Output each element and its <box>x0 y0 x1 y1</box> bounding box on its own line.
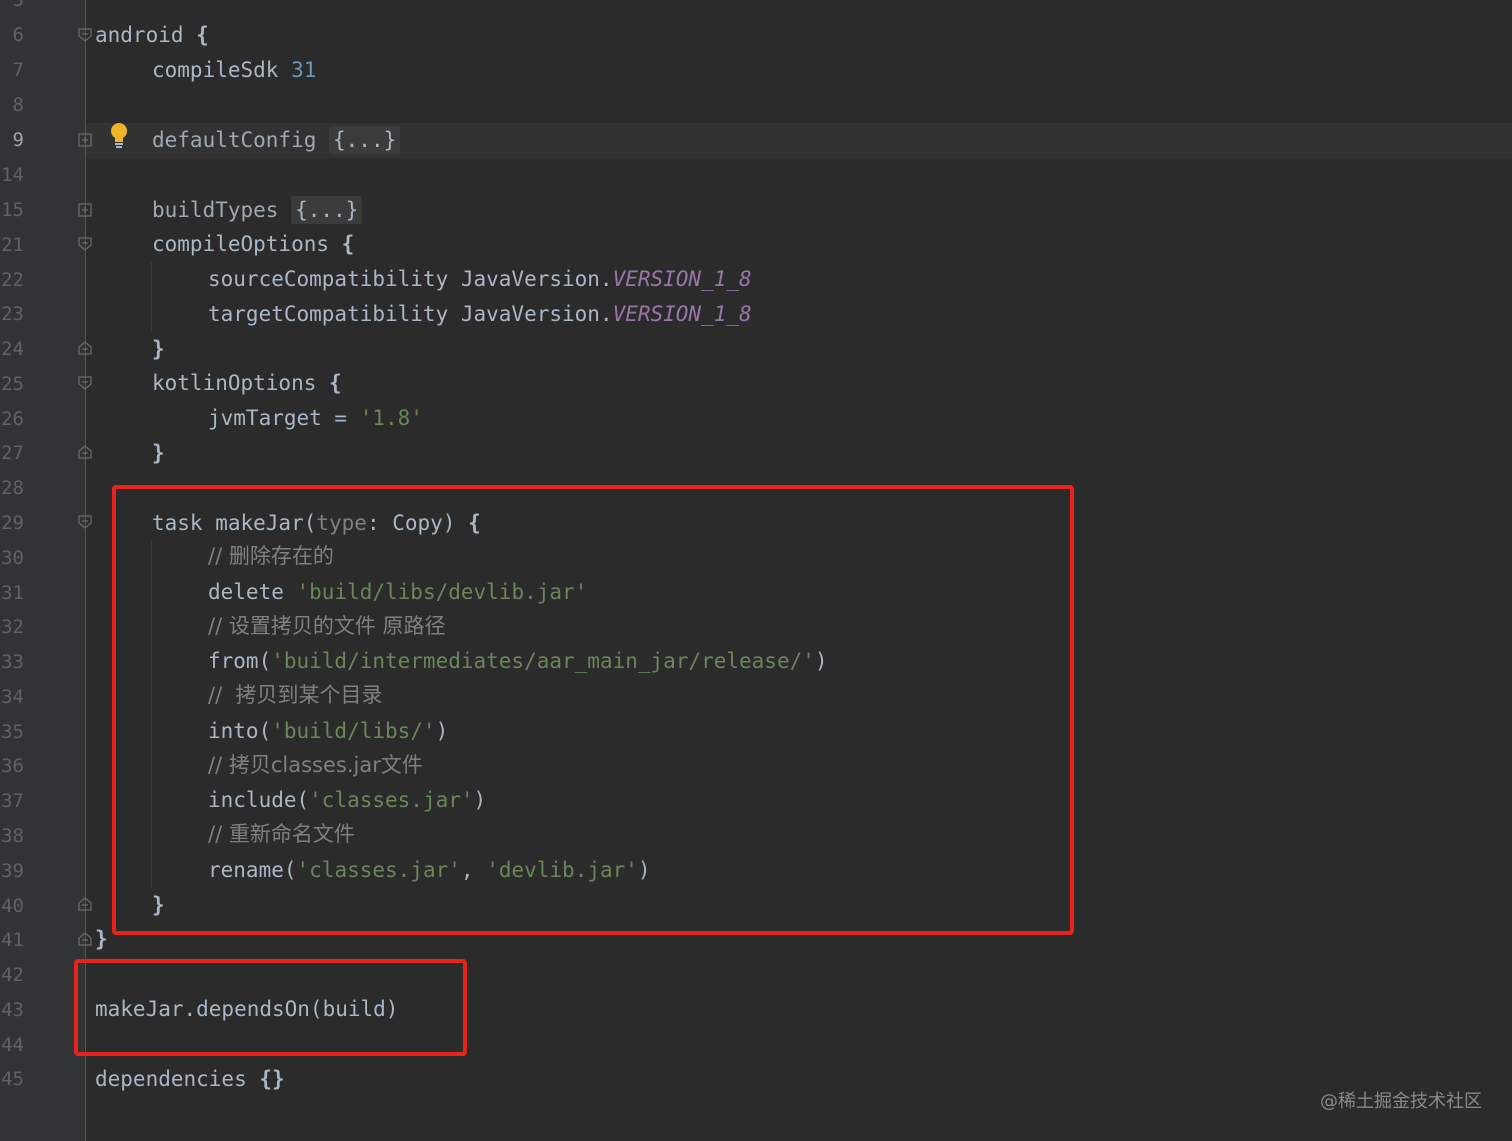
line-number-active: 9 <box>12 129 24 151</box>
line-number: 30 <box>1 547 24 569</box>
line-number: 38 <box>1 825 24 847</box>
code-line-26[interactable]: jvmTarget = '1.8' <box>208 401 423 436</box>
code-token: dependencies <box>95 1067 260 1091</box>
fold-expanded-icon[interactable] <box>78 237 92 251</box>
code-token: sourceCompatibility JavaVersion. <box>208 267 613 291</box>
code-token-brace: } <box>152 441 165 465</box>
fold-end-icon[interactable] <box>78 341 92 355</box>
line-number: 36 <box>1 755 24 777</box>
line-number: 34 <box>1 686 24 708</box>
code-token-brace: } <box>152 337 165 361</box>
code-editor[interactable]: 5 6 7 8 9 14 15 21 22 23 24 25 26 27 28 … <box>0 0 1512 1141</box>
line-number: 33 <box>1 651 24 673</box>
collapsed-block-button[interactable]: {...} <box>291 196 363 224</box>
indent-guide <box>151 262 152 332</box>
line-number: 41 <box>1 929 24 951</box>
line-number: 5 <box>12 0 24 11</box>
line-number: 39 <box>1 860 24 882</box>
code-line-21[interactable]: compileOptions { <box>152 227 354 262</box>
line-number: 8 <box>12 94 24 116</box>
code-line-15[interactable]: buildTypes {...} <box>152 193 363 228</box>
fold-end-icon[interactable] <box>78 897 92 911</box>
code-line-23[interactable]: targetCompatibility JavaVersion.VERSION_… <box>208 297 752 332</box>
code-line-9[interactable]: defaultConfig {...} <box>152 123 401 158</box>
code-line-27[interactable]: } <box>152 436 165 471</box>
line-number: 24 <box>1 338 24 360</box>
line-number: 44 <box>1 1034 24 1056</box>
line-number: 42 <box>1 964 24 986</box>
highlight-box-task <box>112 485 1074 935</box>
code-token-brace: { <box>341 232 355 256</box>
code-token-number: 31 <box>291 58 317 82</box>
line-number: 31 <box>1 582 24 604</box>
code-token: targetCompatibility JavaVersion. <box>208 302 613 326</box>
line-number: 37 <box>1 790 24 812</box>
line-number: 40 <box>1 895 24 917</box>
code-line-41[interactable]: } <box>95 922 108 957</box>
line-number: 28 <box>1 477 24 499</box>
line-number: 22 <box>1 269 24 291</box>
collapsed-block-button[interactable]: {...} <box>329 126 401 154</box>
code-token-string: '1.8' <box>359 406 423 430</box>
code-token: android <box>95 23 197 47</box>
fold-collapsed-icon[interactable] <box>78 133 92 147</box>
line-number: 26 <box>1 408 24 430</box>
line-number: 27 <box>1 442 24 464</box>
line-number: 25 <box>1 373 24 395</box>
highlight-box-depends <box>74 959 467 1056</box>
lightbulb-icon[interactable] <box>109 122 129 150</box>
line-number: 35 <box>1 721 24 743</box>
line-number: 23 <box>1 303 24 325</box>
code-line-22[interactable]: sourceCompatibility JavaVersion.VERSION_… <box>208 262 752 297</box>
code-line-25[interactable]: kotlinOptions { <box>152 366 342 401</box>
code-token: compileOptions <box>152 232 342 256</box>
line-number: 32 <box>1 616 24 638</box>
line-number: 15 <box>1 199 24 221</box>
code-token-field: VERSION_1_8 <box>612 302 752 326</box>
code-token-field: VERSION_1_8 <box>612 267 752 291</box>
line-number: 21 <box>1 234 24 256</box>
code-token-brace: { <box>329 371 342 395</box>
fold-expanded-icon[interactable] <box>78 28 92 42</box>
line-number: 43 <box>1 999 24 1021</box>
line-number: 14 <box>1 164 24 186</box>
line-number: 29 <box>1 512 24 534</box>
code-token: kotlinOptions <box>152 371 330 395</box>
fold-expanded-icon[interactable] <box>78 515 92 529</box>
fold-expanded-icon[interactable] <box>78 376 92 390</box>
line-number: 6 <box>12 24 24 46</box>
code-token: jvmTarget = <box>208 406 360 430</box>
code-token: buildTypes <box>152 198 292 222</box>
line-number: 45 <box>1 1068 24 1090</box>
code-token-brace: } <box>95 927 108 951</box>
code-token-brace: {} <box>259 1067 285 1091</box>
watermark: @稀土掘金技术社区 <box>1320 1091 1482 1112</box>
fold-end-icon[interactable] <box>78 445 92 459</box>
fold-end-icon[interactable] <box>78 932 92 946</box>
code-token: compileSdk <box>152 58 292 82</box>
code-line-24[interactable]: } <box>152 332 165 367</box>
line-number: 7 <box>12 59 24 81</box>
code-line-7[interactable]: compileSdk 31 <box>152 53 316 88</box>
fold-collapsed-icon[interactable] <box>78 203 92 217</box>
code-token: defaultConfig <box>152 128 330 152</box>
code-line-6[interactable]: android { <box>95 18 209 53</box>
code-token-brace: { <box>196 23 209 47</box>
code-line-45[interactable]: dependencies {} <box>95 1062 285 1097</box>
